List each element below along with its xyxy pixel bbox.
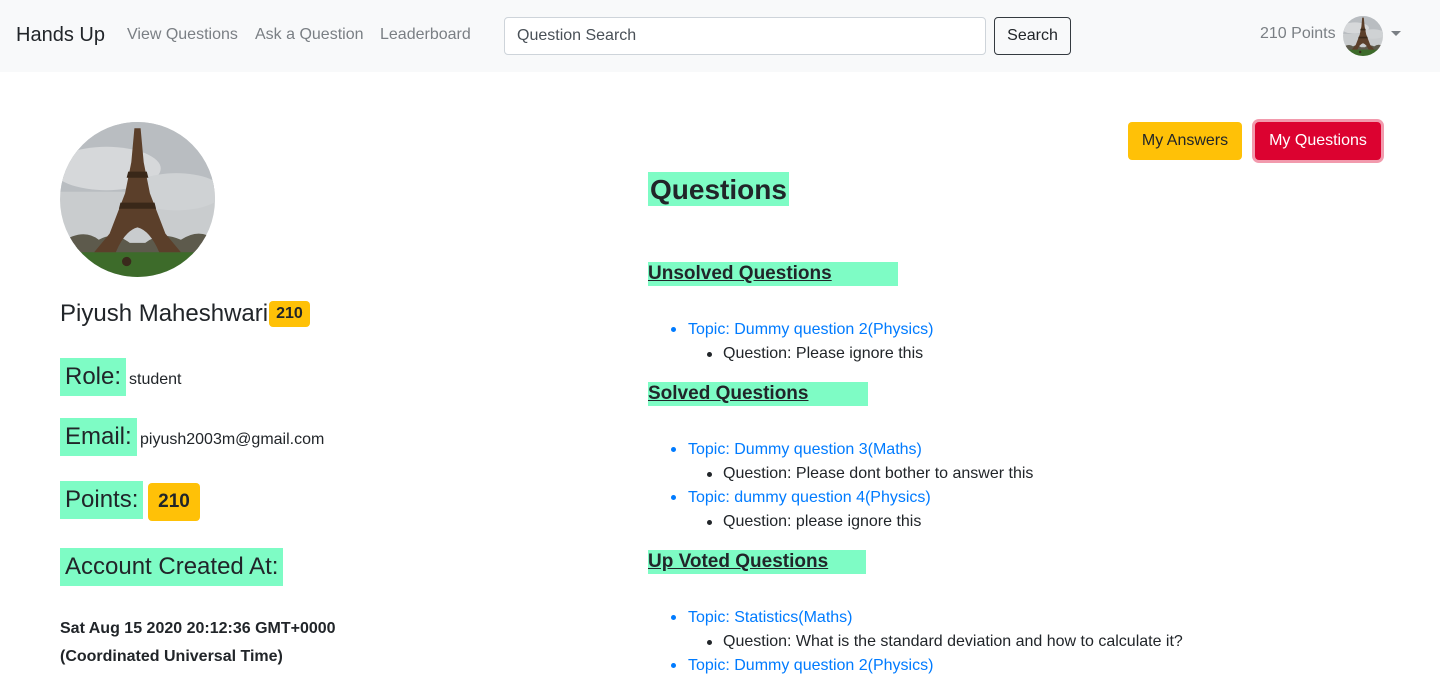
unsolved-questions-list: Topic: Dummy question 2(Physics) Questio…: [671, 318, 933, 366]
question-text: Question: Please dont bother to answer t…: [688, 462, 1033, 486]
points-value-badge: 210: [148, 483, 200, 521]
question-topic-link[interactable]: Topic: Statistics(Maths): [688, 606, 1183, 630]
list-item: Topic: Dummy question 2(Physics) Questio…: [671, 318, 933, 366]
upvoted-questions-list: Topic: Statistics(Maths) Question: What …: [671, 606, 1183, 677]
search-button[interactable]: Search: [994, 17, 1071, 55]
bullet-icon: [671, 447, 676, 452]
top-navbar: Hands Up View Questions Ask a Question L…: [0, 0, 1440, 72]
list-item: Topic: Dummy question 2(Physics): [671, 654, 1183, 677]
question-text-value: Question: Please dont bother to answer t…: [723, 465, 1034, 482]
profile-name-text: Piyush Maheshwari: [60, 300, 269, 327]
nav-ask-question[interactable]: Ask a Question: [255, 26, 364, 44]
question-text: Question: please ignore this: [688, 510, 1033, 534]
my-questions-button[interactable]: My Questions: [1255, 122, 1381, 160]
solved-questions-heading: Solved Questions: [648, 382, 868, 406]
question-text-value: Question: please ignore this: [723, 513, 922, 530]
list-item: Topic: dummy question 4(Physics) Questio…: [671, 486, 1033, 534]
user-avatar[interactable]: [1343, 16, 1383, 56]
question-search-input[interactable]: [504, 17, 986, 55]
name-points-badge: 210: [269, 301, 310, 327]
bullet-icon: [707, 352, 712, 357]
role-label: Role:: [60, 358, 127, 396]
solved-questions-list: Topic: Dummy question 3(Maths) Question:…: [671, 438, 1033, 534]
nav-leaderboard[interactable]: Leaderboard: [380, 26, 471, 44]
email-label: Email:: [60, 418, 137, 456]
question-topic-link[interactable]: Topic: Dummy question 3(Maths): [688, 438, 1033, 462]
bullet-icon: [671, 663, 676, 668]
chevron-down-icon[interactable]: [1391, 31, 1401, 36]
email-value: piyush2003m@gmail.com: [140, 431, 325, 448]
question-text: Question: What is the standard deviation…: [688, 630, 1183, 654]
questions-heading: Questions: [648, 172, 789, 206]
role-value: student: [129, 371, 182, 388]
unsolved-questions-heading: Unsolved Questions: [648, 262, 898, 286]
nav-view-questions[interactable]: View Questions: [127, 26, 238, 44]
list-item: Topic: Statistics(Maths) Question: What …: [671, 606, 1183, 654]
profile-name: Piyush Maheshwari 210: [60, 300, 310, 328]
question-topic-link[interactable]: Topic: Dummy question 2(Physics): [688, 318, 933, 342]
question-text-value: Question: Please ignore this: [723, 345, 924, 362]
account-created-label: Account Created At:: [60, 548, 284, 586]
bullet-icon: [707, 520, 712, 525]
question-text-value: Question: What is the standard deviation…: [723, 633, 1183, 650]
question-text: Question: Please ignore this: [688, 342, 933, 366]
profile-avatar: [60, 122, 215, 277]
upvoted-questions-heading: Up Voted Questions: [648, 550, 866, 574]
created-timezone-line: (Coordinated Universal Time): [60, 648, 283, 665]
created-date-line: Sat Aug 15 2020 20:12:36 GMT+0000: [60, 620, 336, 637]
bullet-icon: [707, 472, 712, 477]
bullet-icon: [671, 327, 676, 332]
points-label: Points:: [60, 481, 144, 519]
question-topic-link[interactable]: Topic: dummy question 4(Physics): [688, 486, 1033, 510]
bullet-icon: [671, 615, 676, 620]
list-item: Topic: Dummy question 3(Maths) Question:…: [671, 438, 1033, 486]
bullet-icon: [707, 640, 712, 645]
my-answers-button[interactable]: My Answers: [1128, 122, 1242, 160]
brand-link[interactable]: Hands Up: [16, 24, 105, 47]
nav-points: 210 Points: [1260, 25, 1336, 42]
question-topic-link[interactable]: Topic: Dummy question 2(Physics): [688, 654, 1183, 677]
bullet-icon: [671, 495, 676, 500]
account-created-date: Sat Aug 15 2020 20:12:36 GMT+0000 (Coord…: [60, 615, 336, 671]
